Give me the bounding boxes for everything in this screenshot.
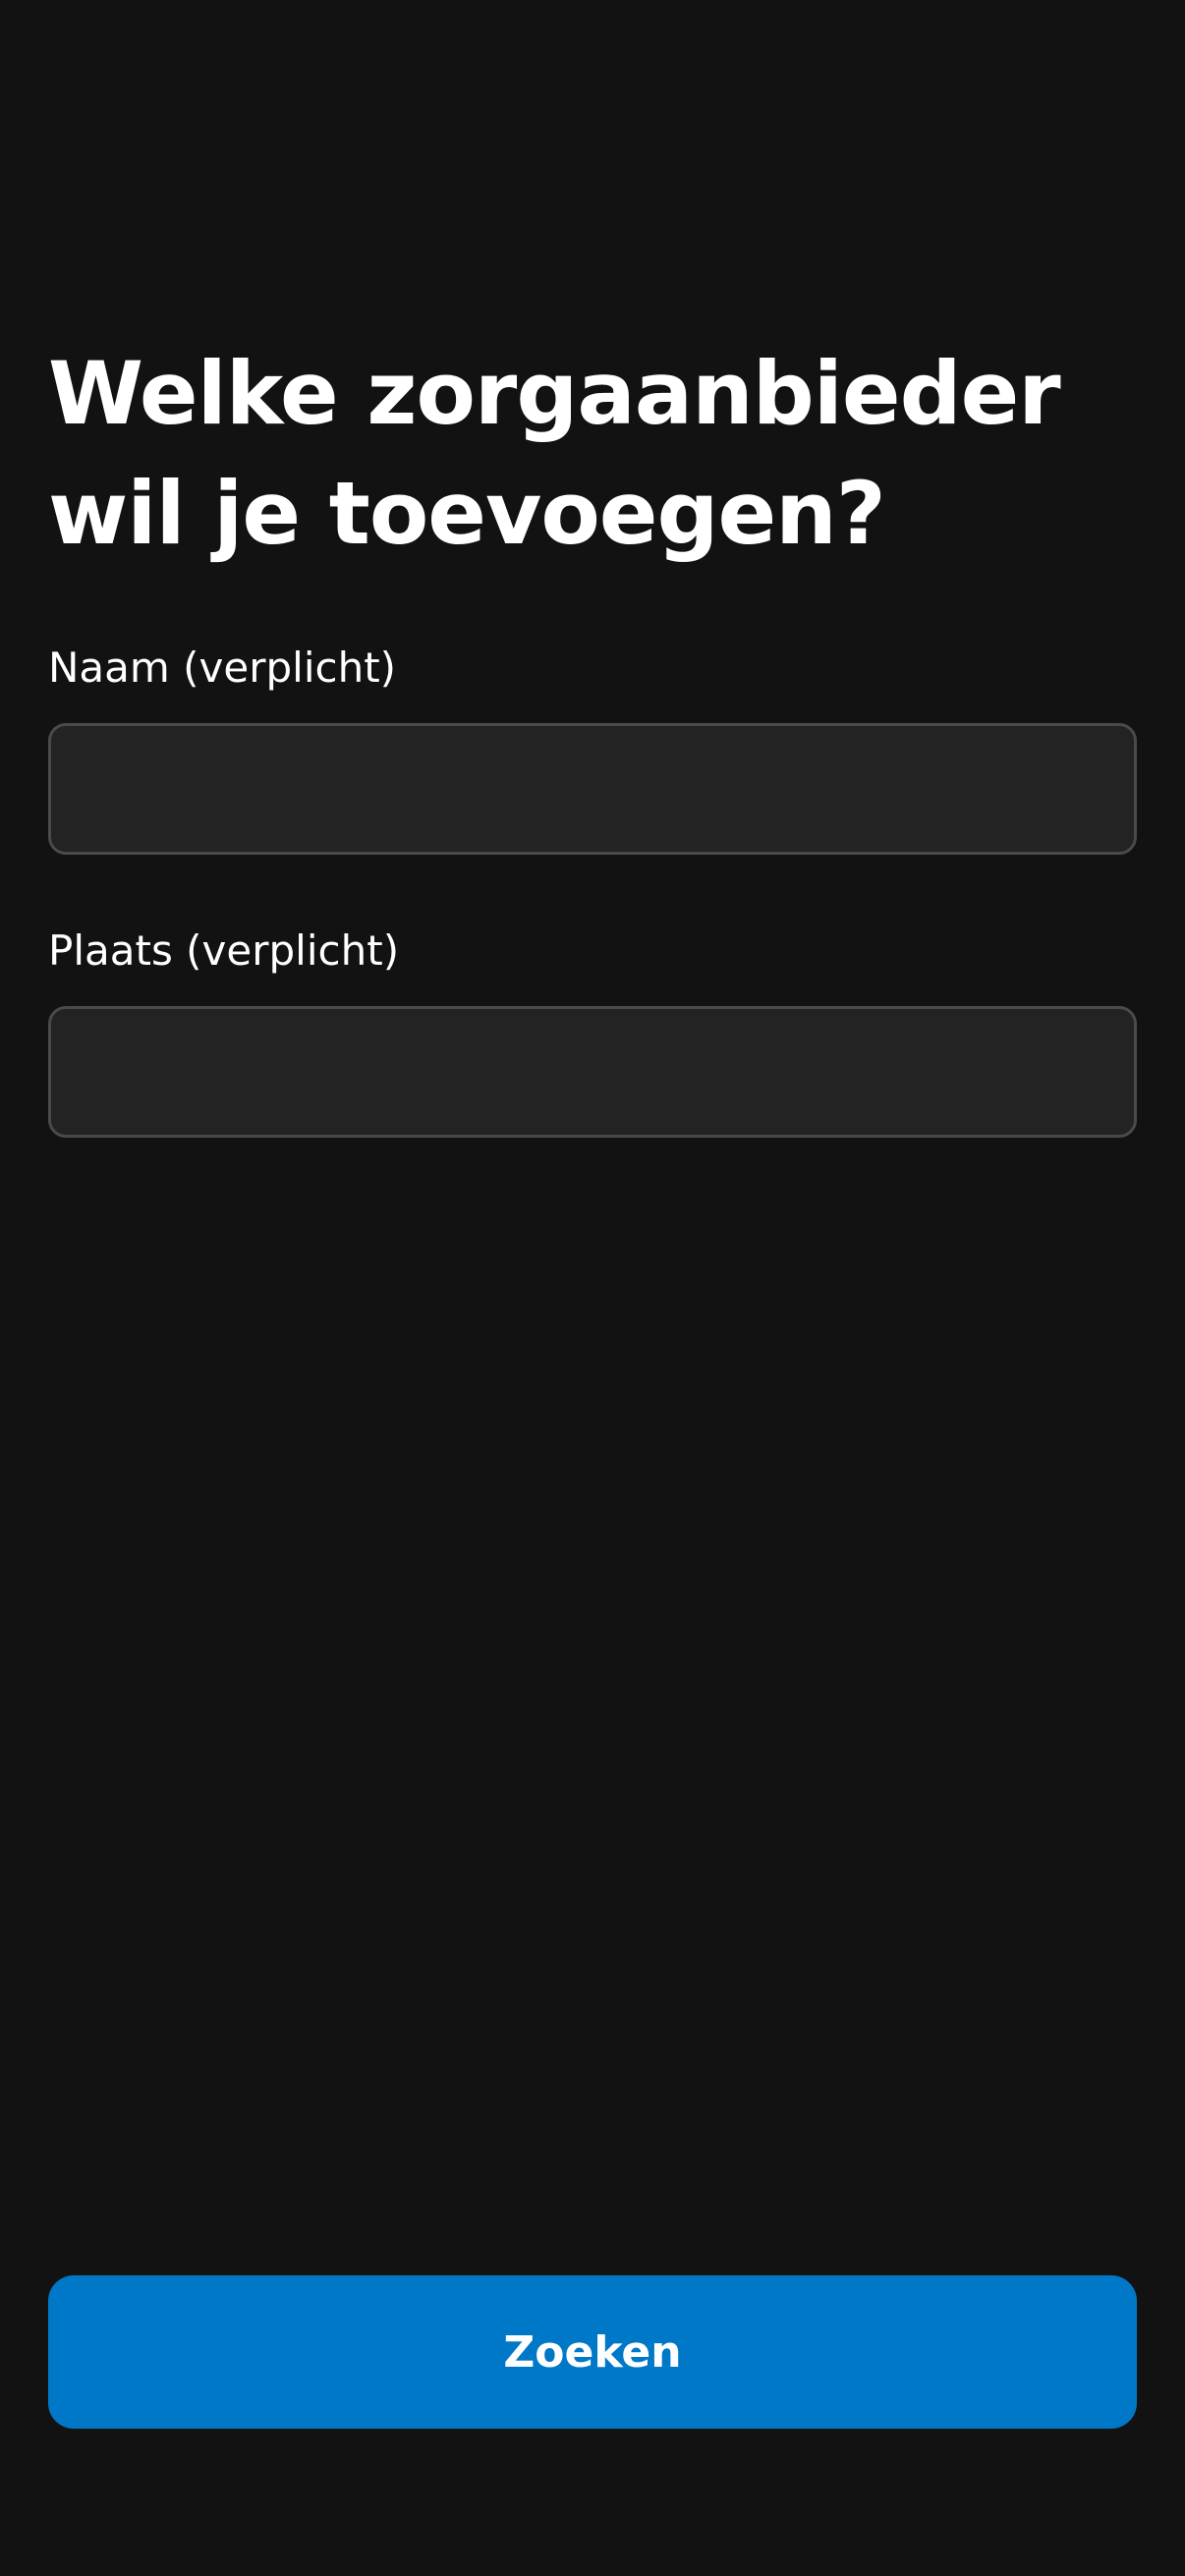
name-input[interactable]	[48, 723, 1137, 855]
add-care-provider-screen: Welke zorgaanbieder wil je toevoegen? Na…	[0, 0, 1185, 2576]
search-button[interactable]: Zoeken	[48, 2275, 1137, 2429]
place-input[interactable]	[48, 1006, 1137, 1138]
name-field-label: Naam (verplicht)	[48, 644, 397, 692]
page-title: Welke zorgaanbieder wil je toevoegen?	[48, 343, 1061, 564]
place-field-label: Plaats (verplicht)	[48, 926, 400, 975]
